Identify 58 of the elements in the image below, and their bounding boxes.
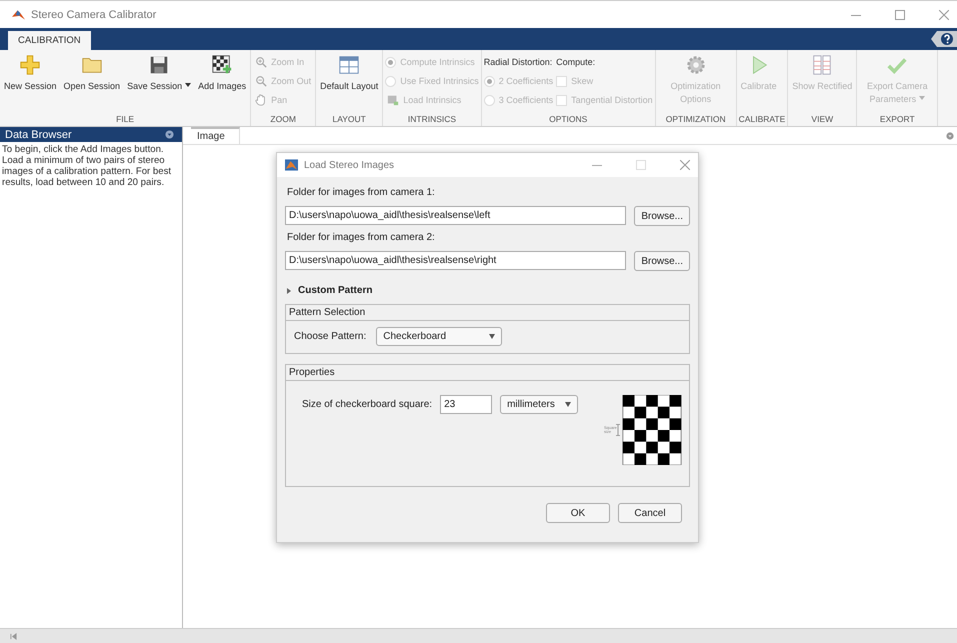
instructions-text: To begin, click the Add Images button. Load a minimum of two pairs of stereo images of a calibration pattern. For best results, load between 10 and 20 pairs.: [2, 144, 172, 188]
close-icon[interactable]: [939, 10, 949, 20]
option-heading: Compute:: [556, 56, 596, 69]
maximize-icon[interactable]: [895, 10, 905, 20]
zoom-in-icon: [255, 56, 268, 68]
group-label: CALIBRATE: [738, 113, 786, 126]
folder-path-field[interactable]: D:\users\napo\uowa_aidl\thesis\realsense\left: [285, 206, 626, 225]
hand-icon: [255, 94, 268, 106]
ribbon-button[interactable]: Open Session: [62, 54, 122, 93]
panel-menu-icon[interactable]: [165, 130, 174, 139]
group-label: INTRINSICS: [406, 113, 458, 126]
dialog-title: Load Stereo Images: [304, 160, 394, 170]
panel-menu-icon[interactable]: [946, 132, 954, 140]
units-dropdown[interactable]: millimeters: [500, 395, 578, 414]
add-image-icon: [211, 54, 234, 76]
option-heading: Radial Distortion:: [484, 56, 554, 69]
ribbon-button[interactable]: Add Images: [196, 54, 248, 93]
dialog-button[interactable]: OK: [546, 503, 610, 523]
gear-icon: [684, 54, 707, 76]
ribbon-button[interactable]: Save Session: [125, 54, 194, 93]
dialog-button[interactable]: Cancel: [618, 503, 682, 523]
folder-path-field[interactable]: D:\users\napo\uowa_aidl\thesis\realsense\right: [285, 251, 626, 270]
group-label: ZOOM: [269, 113, 297, 126]
panel-title: Data Browser: [5, 128, 72, 140]
checkerboard-pattern-drawing: [621, 395, 683, 465]
rectified-view-icon: [811, 54, 834, 76]
app-logo-icon: [285, 159, 298, 171]
first-page-icon[interactable]: [10, 632, 17, 640]
group-label: FILE: [115, 113, 136, 126]
app-logo-icon: [12, 8, 25, 20]
field-label: Choose Pattern:: [294, 331, 366, 342]
close-icon[interactable]: [680, 160, 690, 170]
field-label: Size of checkerboard square:: [302, 399, 432, 410]
square-size-field[interactable]: 23: [440, 395, 492, 414]
field-label: Folder for images from camera 1:: [287, 187, 436, 198]
zoom-out-icon: [255, 75, 268, 87]
group-label: LAYOUT: [332, 113, 367, 126]
browse-button[interactable]: Browse...: [634, 206, 690, 226]
document-tab[interactable]: Image: [191, 127, 240, 144]
window-title: Stereo Camera Calibrator: [31, 8, 156, 20]
ribbon-button[interactable]: New Session: [2, 54, 59, 93]
plus-icon: [19, 54, 42, 76]
load-icon: [387, 94, 400, 106]
group-label: OPTIMIZATION: [664, 113, 727, 126]
field-label: Folder for images from camera 2:: [287, 232, 436, 243]
pattern-dropdown[interactable]: Checkerboard: [376, 327, 502, 346]
custom-pattern-expander[interactable]: Custom Pattern: [287, 285, 690, 296]
ribbon-button[interactable]: Default Layout: [318, 54, 380, 93]
group-label: OPTIONS: [548, 113, 588, 126]
layout-icon: [338, 54, 360, 76]
browse-button[interactable]: Browse...: [634, 251, 690, 271]
panel-title: Pattern Selection: [286, 305, 689, 321]
dimension-bracket-icon: [616, 424, 620, 436]
help-icon[interactable]: [931, 31, 957, 47]
ribbon-tab[interactable]: CALIBRATION: [8, 31, 91, 50]
panel-title: Properties: [286, 365, 689, 381]
group-label: VIEW: [810, 113, 834, 126]
group-label: EXPORT: [878, 113, 916, 126]
